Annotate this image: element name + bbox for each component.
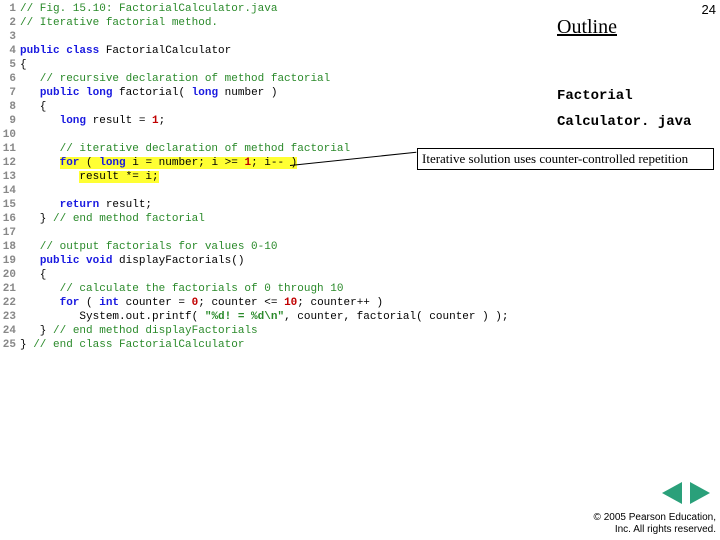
file-label-1: Factorial	[557, 88, 633, 104]
next-button[interactable]	[690, 482, 710, 504]
code-line: 20 {	[0, 268, 415, 282]
code-line: 22 for ( int counter = 0; counter <= 10;…	[0, 296, 415, 310]
code-line: 17	[0, 226, 415, 240]
file-label-2: Calculator. java	[557, 114, 691, 130]
code-line: 16 } // end method factorial	[0, 212, 415, 226]
code-listing: 1// Fig. 15.10: FactorialCalculator.java…	[0, 2, 415, 352]
code-line: 15 return result;	[0, 198, 415, 212]
code-line: 23 System.out.printf( "%d! = %d\n", coun…	[0, 310, 415, 324]
code-line: 18 // output factorials for values 0-10	[0, 240, 415, 254]
code-line: 3	[0, 30, 415, 44]
code-line: 5{	[0, 58, 415, 72]
code-line: 25} // end class FactorialCalculator	[0, 338, 415, 352]
code-line: 19 public void displayFactorials()	[0, 254, 415, 268]
code-line: 21 // calculate the factorials of 0 thro…	[0, 282, 415, 296]
code-line: 1// Fig. 15.10: FactorialCalculator.java	[0, 2, 415, 16]
prev-button[interactable]	[662, 482, 682, 504]
callout-annotation: Iterative solution uses counter-controll…	[417, 148, 714, 170]
code-line: 11 // iterative declaration of method fa…	[0, 142, 415, 156]
nav-controls	[662, 482, 710, 504]
code-line: 24 } // end method displayFactorials	[0, 324, 415, 338]
slide-number: 24	[702, 2, 716, 17]
code-line: 14	[0, 184, 415, 198]
outline-title: Outline	[557, 16, 617, 39]
code-line: 9 long result = 1;	[0, 114, 415, 128]
code-line: 2// Iterative factorial method.	[0, 16, 415, 30]
code-line: 10	[0, 128, 415, 142]
code-line: 7 public long factorial( long number )	[0, 86, 415, 100]
code-line: 6 // recursive declaration of method fac…	[0, 72, 415, 86]
copyright-text: © 2005 Pearson Education, Inc. All right…	[594, 512, 716, 536]
code-line: 8 {	[0, 100, 415, 114]
code-line: 4public class FactorialCalculator	[0, 44, 415, 58]
code-line: 13 result *= i;	[0, 170, 415, 184]
